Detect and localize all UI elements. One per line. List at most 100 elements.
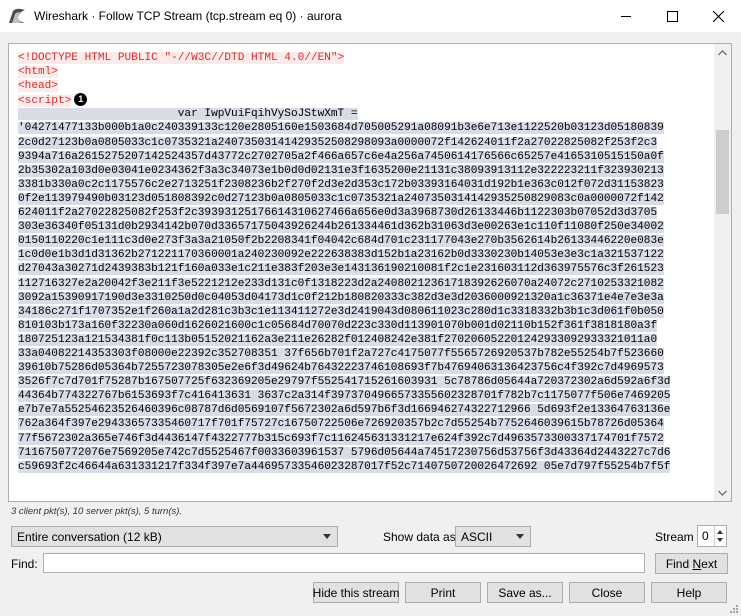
close-icon: [712, 10, 724, 22]
stream-line: 3092a15390917190d3e3310250d0c04053d04173…: [18, 291, 708, 305]
spin-down-icon[interactable]: [717, 538, 723, 542]
close-button[interactable]: Close: [569, 582, 645, 603]
stream-line-text: var IwpVuiFqihVySoJStwXmT =: [18, 108, 358, 121]
scroll-up-button[interactable]: [714, 44, 731, 61]
stream-line: '04271477133b000b1a0c240339133c120e28051…: [18, 121, 708, 135]
stream-line: 7116750772076e7569205e742c7d5525467f0033…: [18, 446, 708, 460]
find-label: Find:: [11, 557, 38, 571]
stream-line: 3526f7c7d701f75287b167507725f632369205e2…: [18, 375, 708, 389]
dropdown-arrow-icon: [516, 534, 524, 539]
resize-grip-icon[interactable]: [729, 604, 739, 614]
scrollbar-thumb[interactable]: [716, 130, 729, 214]
stream-line-text: e7b7e7a55254623526460396c08787d6d0569107…: [18, 404, 671, 417]
stream-line-text: 810103b173a160f32230a060d1626021600c1c05…: [18, 319, 658, 332]
maximize-button[interactable]: [649, 0, 695, 32]
stream-line-text: 77f5672302a365e746f3d4436147f4322777b315…: [18, 432, 664, 445]
stream-line-text: 44364b774322767b6153693f7c416413631 3637…: [18, 390, 671, 403]
show-data-label: Show data as: [383, 530, 456, 544]
stream-line: <html>: [18, 65, 708, 79]
stream-line: 112716327e2a20042f3e211f3e5221212e233d13…: [18, 277, 708, 291]
conversation-select[interactable]: Entire conversation (12 kB): [11, 526, 338, 547]
stream-line: 810103b173a160f32230a060d1626021600c1c05…: [18, 319, 708, 333]
stream-line-text: c59693f2c46644a631331217f334f397e7a44695…: [18, 460, 671, 473]
find-next-label-pre: Find: [665, 556, 693, 571]
stream-line: 0f2e113979490b03123d051808392c0d27123b0a…: [18, 192, 708, 206]
print-button[interactable]: Print: [405, 582, 481, 603]
stream-line: 77f5672302a365e746f3d4436147f4322777b315…: [18, 432, 708, 446]
scroll-down-button[interactable]: [714, 484, 731, 501]
stream-line-text: 33a04082214353303f08000e22392c352708351 …: [18, 347, 664, 360]
stream-line-text: 1c0d0e1b3d1d31362b271221170360001a240230…: [18, 249, 664, 262]
find-next-button[interactable]: Find Next: [655, 553, 728, 574]
show-data-as-value: ASCII: [461, 529, 493, 544]
stream-line-text: 0f2e113979490b03123d051808392c0d27123b0a…: [18, 192, 664, 205]
find-input[interactable]: [43, 553, 645, 573]
stream-line: 2c0d27123b0a0805033c1c0735321a2407350314…: [18, 136, 708, 150]
stream-line: var IwpVuiFqihVySoJStwXmT =: [18, 107, 708, 121]
stream-line: e7b7e7a55254623526460396c08787d6d0569107…: [18, 403, 708, 417]
chevron-down-icon: [718, 490, 727, 496]
stream-line: 9394a716a2615275207142524357d43772c27027…: [18, 150, 708, 164]
stream-content-pane[interactable]: <!DOCTYPE HTML PUBLIC "-//W3C//DTD HTML …: [8, 43, 732, 502]
stream-line-text: d27043a30271d2439383b121f160a033e1c211e3…: [18, 263, 664, 276]
stream-line-text: 9394a716a2615275207142524357d43772c27027…: [18, 150, 664, 163]
stream-line-text: 3381b330a0c2c1175576c2e2713251f2308236b2…: [18, 178, 664, 191]
minimize-button[interactable]: [603, 0, 649, 32]
stream-line: 303e36340f05131d0b2934142b070d3365717504…: [18, 220, 708, 234]
stream-text[interactable]: <!DOCTYPE HTML PUBLIC "-//W3C//DTD HTML …: [18, 51, 708, 499]
stream-line-text: 112716327e2a20042f3e211f3e5221212e233d13…: [18, 277, 664, 290]
stream-line: 44364b774322767b6153693f7c416413631 3637…: [18, 389, 708, 403]
stream-line-text: <script>: [18, 94, 72, 107]
stream-line-text: 624011f2a27022825082f253f2c3939312517661…: [18, 207, 658, 220]
annotation-marker: 1: [74, 93, 88, 107]
window-title: Wireshark · Follow TCP Stream (tcp.strea…: [34, 9, 342, 23]
packet-summary: 3 client pkt(s), 10 server pkt(s), 5 tur…: [11, 506, 183, 517]
help-button[interactable]: Help: [651, 582, 727, 603]
stream-line: 0150110220c1e111c3d0e273f3a3a21050f2b220…: [18, 234, 708, 248]
stream-line-text: 180725123a121534381f0c113b05152021162a3e…: [18, 333, 658, 346]
stream-number-value: 0: [702, 529, 709, 543]
stream-line-text: 2b35302a103d0e03041e0234362f3a3c34073e1b…: [18, 164, 664, 177]
stream-line: 2b35302a103d0e03041e0234362f3a3c34073e1b…: [18, 164, 708, 178]
show-data-as-select[interactable]: ASCII: [455, 526, 531, 547]
stream-label: Stream: [655, 530, 694, 544]
stream-line: 34186c271f1707352e1f260a1a2d281c3b3c1e11…: [18, 305, 708, 319]
stream-line: 180725123a121534381f0c113b05152021162a3e…: [18, 333, 708, 347]
stream-line-text: 303e36340f05131d0b2934142b070d3365717504…: [18, 221, 664, 234]
spin-up-icon[interactable]: [717, 530, 723, 534]
wireshark-fin-icon: [9, 8, 25, 23]
stream-line-text: 3092a15390917190d3e3310250d0c04053d04173…: [18, 291, 664, 304]
spin-buttons[interactable]: [714, 526, 726, 546]
stream-line-text: <!DOCTYPE HTML PUBLIC "-//W3C//DTD HTML …: [18, 52, 345, 64]
chevron-up-icon: [718, 49, 727, 55]
stream-line: c59693f2c46644a631331217f334f397e7a44695…: [18, 460, 708, 474]
stream-line-text: <html>: [18, 66, 58, 79]
stream-number-spinbox[interactable]: 0: [697, 525, 727, 547]
dropdown-arrow-icon: [323, 534, 331, 539]
stream-line: 624011f2a27022825082f253f2c3939312517661…: [18, 206, 708, 220]
stream-line: 33a04082214353303f08000e22392c352708351 …: [18, 347, 708, 361]
vertical-scrollbar[interactable]: [714, 44, 731, 501]
stream-line-text: 2c0d27123b0a0805033c1c0735321a2407350314…: [18, 136, 658, 149]
stream-line-text: '04271477133b000b1a0c240339133c120e28051…: [18, 122, 664, 135]
stream-line-text: 7116750772076e7569205e742c7d5525467f0033…: [18, 446, 671, 459]
minimize-icon: [620, 15, 631, 17]
stream-line-text: 762a364f397e29433657335460717f701f75727c…: [18, 418, 664, 431]
maximize-icon: [666, 10, 678, 22]
hide-this-stream-button[interactable]: Hide this stream: [313, 582, 399, 603]
stream-line-text: 39610b75286d05364b7255723078305e2e6f3d49…: [18, 362, 664, 375]
stream-line: <head>: [18, 79, 708, 93]
stream-line: 3381b330a0c2c1175576c2e2713251f2308236b2…: [18, 178, 708, 192]
stream-line: <!DOCTYPE HTML PUBLIC "-//W3C//DTD HTML …: [18, 51, 708, 65]
title-bar: Wireshark · Follow TCP Stream (tcp.strea…: [0, 0, 741, 32]
stream-line-text: <head>: [18, 80, 58, 93]
stream-line-text: 34186c271f1707352e1f260a1a2d281c3b3c1e11…: [18, 305, 664, 318]
conversation-select-value: Entire conversation (12 kB): [17, 529, 162, 544]
stream-line: 1c0d0e1b3d1d31362b271221170360001a240230…: [18, 248, 708, 262]
save-as-button[interactable]: Save as...: [487, 582, 563, 603]
close-window-button[interactable]: [695, 0, 741, 32]
find-next-label-mnemonic: N: [692, 556, 702, 571]
stream-line: <script> 1: [18, 93, 708, 107]
stream-line: 39610b75286d05364b7255723078305e2e6f3d49…: [18, 361, 708, 375]
find-next-label-post: ext: [701, 556, 718, 571]
